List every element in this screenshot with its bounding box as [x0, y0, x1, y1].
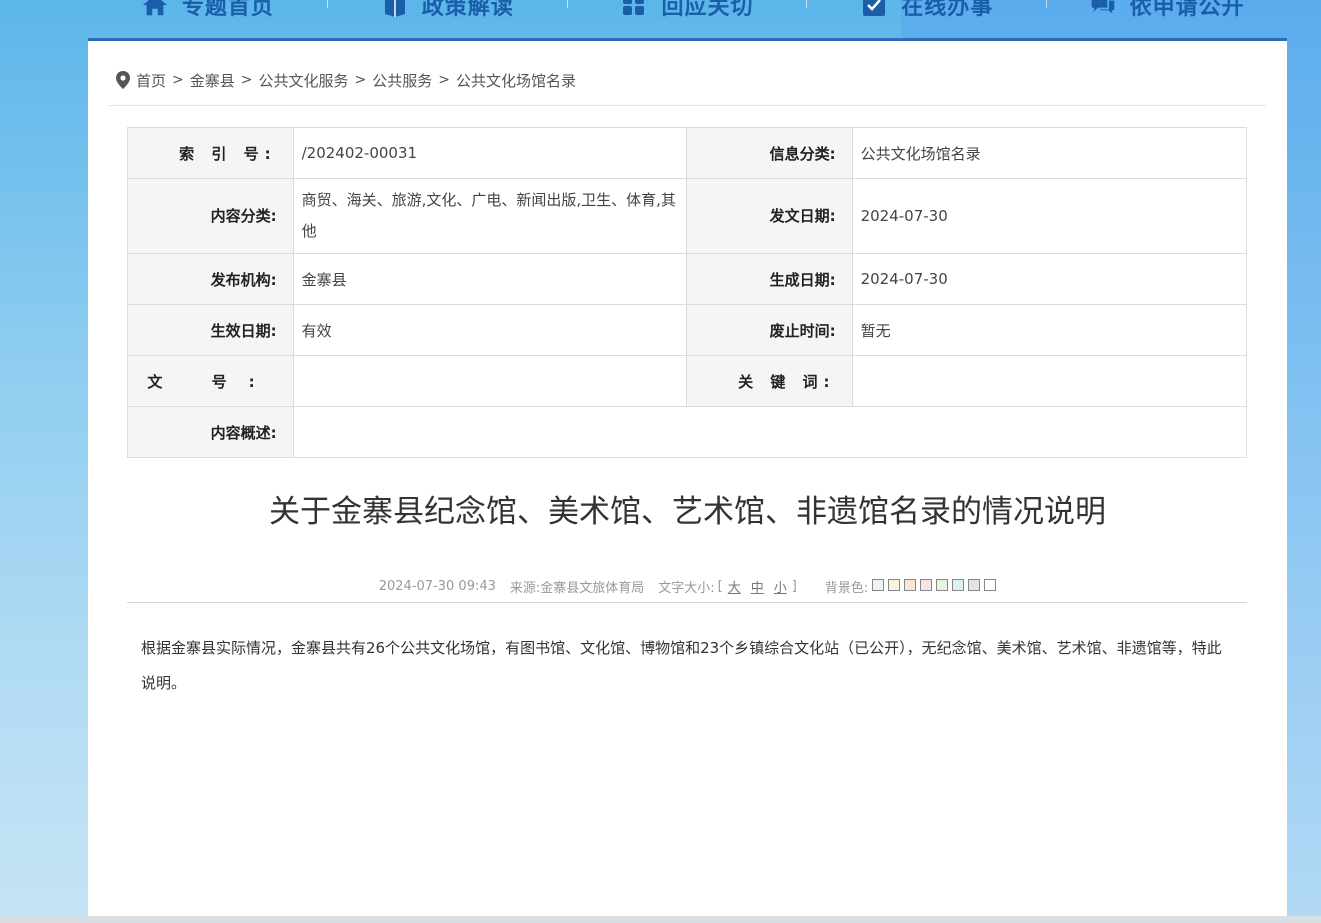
publisher-value: 金寨县 — [292, 253, 688, 305]
summary-label: 内容概述: — [127, 406, 294, 458]
checkbox-icon — [861, 0, 887, 17]
index-label: 索 引 号: — [127, 127, 294, 179]
keywords-label: 关 键 词: — [686, 355, 853, 407]
info-category-value: 公共文化场馆名录 — [851, 127, 1248, 179]
font-size-medium-link[interactable]: 中 — [751, 577, 764, 596]
font-size-label: 文字大小: — [658, 581, 715, 596]
breadcrumb-separator: > — [438, 72, 450, 88]
breadcrumb-home[interactable]: 首页 — [136, 70, 166, 91]
breadcrumb-public-culture[interactable]: 公共文化服务 — [259, 70, 349, 91]
effective-date-value: 有效 — [292, 304, 688, 356]
index-value: /202402-00031 — [292, 127, 688, 179]
nav-item-apply-disclosure[interactable]: 依申请公开 — [1047, 0, 1287, 20]
bracket-open: [ — [717, 579, 723, 594]
doc-number-label: 文 号: — [127, 355, 294, 407]
bracket-close: ] — [791, 579, 797, 594]
content-category-label: 内容分类: — [127, 178, 294, 254]
nav-item-label: 专题首页 — [181, 0, 274, 20]
nav-item-response[interactable]: 回应关切 — [568, 0, 808, 20]
breadcrumb: 首页 > 金寨县 > 公共文化服务 > 公共服务 > 公共文化场馆名录 — [116, 69, 576, 91]
effective-date-label: 生效日期: — [127, 304, 294, 356]
nav-item-online-service[interactable]: 在线办事 — [807, 0, 1048, 20]
breadcrumb-separator: > — [240, 72, 253, 88]
doc-number-value — [292, 355, 688, 407]
table-row: 索 引 号: /202402-00031 信息分类: 公共文化场馆名录 — [127, 127, 1248, 179]
breadcrumb-venue-list[interactable]: 公共文化场馆名录 — [456, 70, 576, 91]
metadata-table: 索 引 号: /202402-00031 信息分类: 公共文化场馆名录 内容分类… — [127, 127, 1248, 458]
font-size-small-link[interactable]: 小 — [774, 577, 787, 596]
font-size-large-link[interactable]: 大 — [728, 577, 741, 596]
table-row: 发布机构: 金寨县 生成日期: 2024-07-30 — [127, 253, 1248, 305]
footer-strip — [0, 916, 1321, 923]
expiry-label: 废止时间: — [686, 304, 853, 356]
nav-item-label: 依申请公开 — [1129, 0, 1245, 20]
issue-date-value: 2024-07-30 — [851, 178, 1248, 254]
expiry-value: 暂无 — [851, 304, 1248, 356]
bg-color-swatch[interactable] — [888, 578, 901, 591]
article-title: 关于金寨县纪念馆、美术馆、艺术馆、非遗馆名录的情况说明 — [269, 494, 1106, 530]
home-icon — [142, 0, 168, 17]
nav-item-label: 政策解读 — [421, 0, 514, 20]
breadcrumb-separator: > — [172, 72, 184, 88]
breadcrumb-separator: > — [354, 72, 367, 88]
article-datetime: 2024-07-30 09:43 — [378, 579, 496, 594]
bg-color-swatch[interactable] — [936, 578, 949, 591]
bg-color-swatch[interactable] — [984, 578, 997, 591]
bg-color-swatch[interactable] — [952, 578, 965, 591]
nav-item-label: 在线办事 — [901, 0, 994, 20]
table-row: 文 号: 关 键 词: — [127, 355, 1248, 407]
table-row: 内容概述: — [127, 406, 1248, 458]
breadcrumb-county[interactable]: 金寨县 — [190, 70, 235, 91]
bg-color-swatch[interactable] — [872, 578, 885, 591]
chat-icon — [1090, 0, 1116, 17]
bg-color-label: 背景色: — [824, 581, 869, 596]
top-nav: 专题首页 政策解读 回应关切 在线办事 依申请公开 — [88, 0, 1287, 38]
info-divider — [127, 602, 1247, 603]
bg-color-swatches — [868, 578, 997, 595]
content-category-value: 商贸、海关、旅游,文化、广电、新闻出版,卫生、体育,其他 — [292, 178, 688, 254]
table-row: 内容分类: 商贸、海关、旅游,文化、广电、新闻出版,卫生、体育,其他 发文日期:… — [127, 178, 1248, 254]
article-source: 来源:金寨县文旅体育局 — [509, 581, 645, 596]
nav-item-policy[interactable]: 政策解读 — [328, 0, 568, 20]
info-category-label: 信息分类: — [686, 127, 853, 179]
created-date-value: 2024-07-30 — [851, 253, 1248, 305]
article-info-bar: 2024-07-30 09:43 来源:金寨县文旅体育局 文字大小: [ 大 中… — [88, 577, 1287, 596]
bg-color-swatch[interactable] — [920, 578, 933, 591]
created-date-label: 生成日期: — [686, 253, 853, 305]
nav-item-label: 回应关切 — [661, 0, 754, 20]
article-body: 根据金寨县实际情况，金寨县共有26个公共文化场馆，有图书馆、文化馆、博物馆和23… — [141, 639, 1222, 692]
breadcrumb-divider — [108, 105, 1266, 106]
nav-item-home[interactable]: 专题首页 — [88, 0, 328, 20]
breadcrumb-public-service[interactable]: 公共服务 — [372, 70, 432, 91]
table-row: 生效日期: 有效 废止时间: 暂无 — [127, 304, 1248, 356]
content-panel: 首页 > 金寨县 > 公共文化服务 > 公共服务 > 公共文化场馆名录 索 引 … — [88, 41, 1287, 916]
bg-color-swatch[interactable] — [904, 578, 917, 591]
grid-icon — [621, 0, 647, 17]
publisher-label: 发布机构: — [127, 253, 294, 305]
book-icon — [382, 0, 408, 17]
summary-value — [292, 406, 1248, 458]
location-pin-icon — [116, 71, 130, 89]
bg-color-swatch[interactable] — [968, 578, 981, 591]
keywords-value — [851, 355, 1248, 407]
issue-date-label: 发文日期: — [686, 178, 853, 254]
